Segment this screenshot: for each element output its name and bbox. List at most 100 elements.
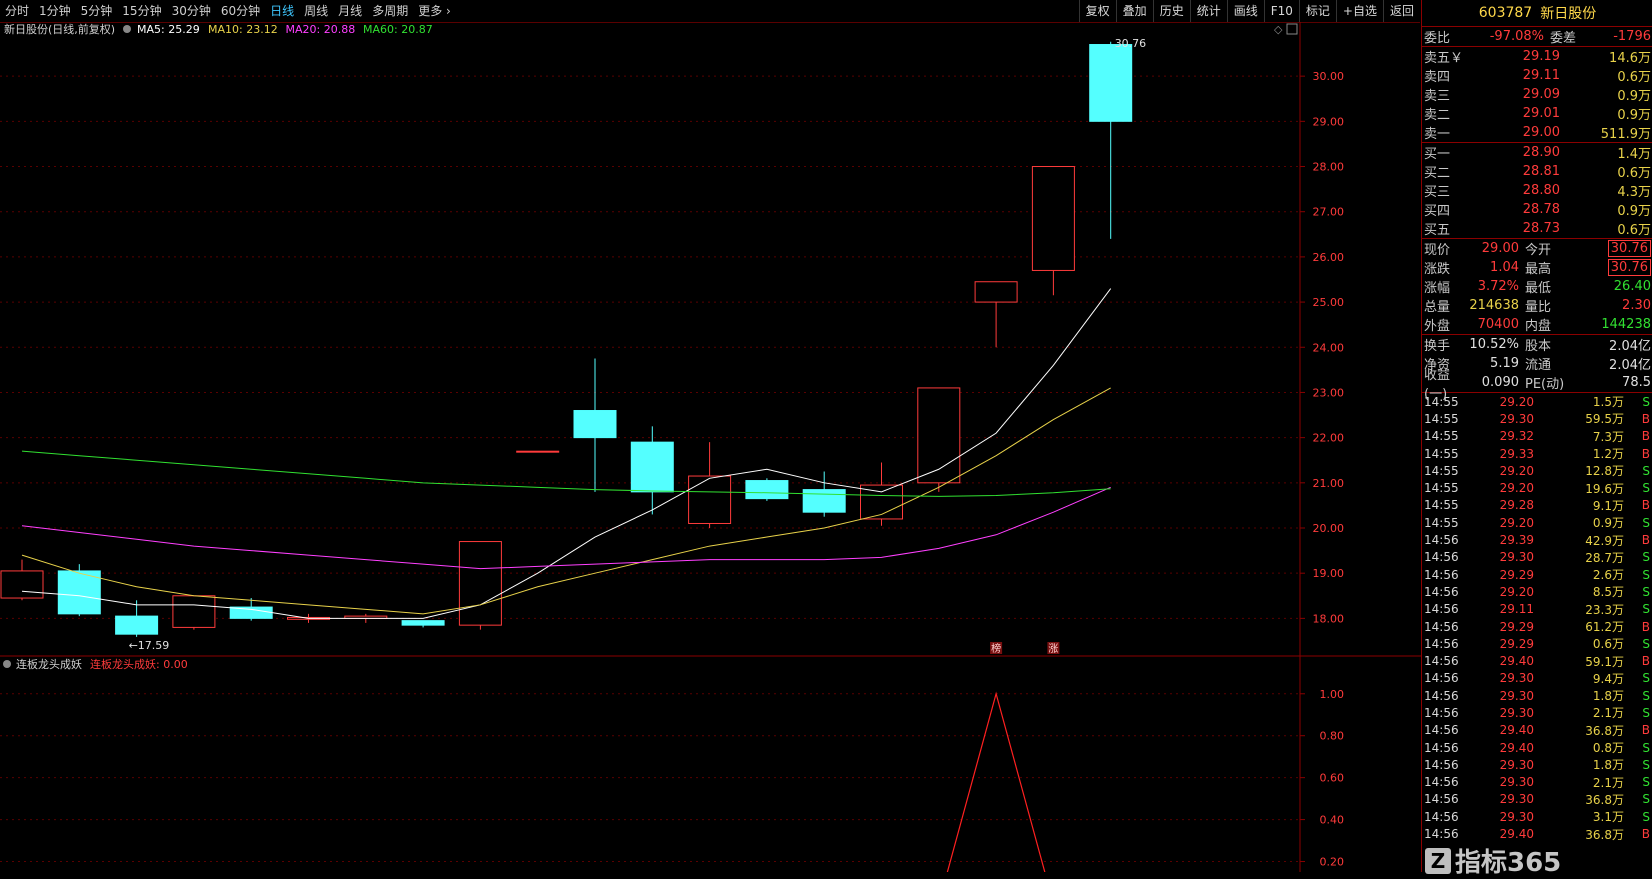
tick-row: 14:56 29.29 61.2万 B bbox=[1422, 618, 1652, 635]
candle-body[interactable] bbox=[1031, 166, 1075, 271]
tick-time: 14:55 bbox=[1424, 446, 1459, 461]
tick-price: 29.30 bbox=[1499, 550, 1534, 565]
toolbar-button-1[interactable]: 叠加 bbox=[1115, 0, 1153, 22]
tick-flag: S bbox=[1642, 688, 1650, 703]
toolbar-button-4[interactable]: 画线 bbox=[1226, 0, 1264, 22]
tick-flag: B bbox=[1641, 429, 1650, 444]
candle-body[interactable] bbox=[573, 410, 617, 439]
candle-body[interactable] bbox=[917, 387, 961, 484]
period-tab-6[interactable]: 日线 bbox=[265, 0, 299, 22]
tick-time: 14:55 bbox=[1424, 515, 1459, 530]
period-tab-8[interactable]: 月线 bbox=[333, 0, 367, 22]
tick-volume: 61.2万 bbox=[1585, 620, 1624, 634]
tick-flag: B bbox=[1641, 411, 1650, 426]
period-tab-7[interactable]: 周线 bbox=[299, 0, 333, 22]
candle-body[interactable] bbox=[115, 615, 159, 635]
tick-flag: B bbox=[1641, 619, 1650, 634]
main-ytick-label: 22.00 bbox=[1313, 432, 1345, 445]
candle-body[interactable] bbox=[57, 570, 101, 615]
stat2-label-2: PE(动) bbox=[1525, 377, 1565, 392]
toolbar-button-8[interactable]: 返回 bbox=[1382, 0, 1420, 22]
tick-flag: B bbox=[1641, 446, 1650, 461]
tick-time: 14:56 bbox=[1424, 688, 1459, 703]
stat-value: 214638 bbox=[1469, 298, 1519, 313]
tick-price: 29.20 bbox=[1499, 584, 1534, 599]
tick-flag: S bbox=[1642, 463, 1650, 478]
tick-volume: 42.9万 bbox=[1585, 533, 1624, 548]
indicator-options-icon[interactable] bbox=[3, 660, 11, 668]
bid-list: 买一 28.90 1.4万 买二 28.81 0.6万 买三 28.80 4.3万 买四 28.78… bbox=[1422, 143, 1652, 238]
tick-volume: 0.8万 bbox=[1592, 741, 1624, 756]
period-tab-2[interactable]: 5分钟 bbox=[76, 0, 118, 22]
tick-time: 14:56 bbox=[1424, 602, 1459, 617]
min-price-label: ←17.59 bbox=[129, 639, 170, 652]
candle-body[interactable] bbox=[0, 570, 44, 599]
stat-label: 外盘 bbox=[1424, 319, 1451, 334]
candle-body[interactable] bbox=[974, 281, 1018, 303]
indicator-ytick-label: 0.80 bbox=[1320, 730, 1345, 743]
stat-value-2: 144238 bbox=[1567, 317, 1652, 332]
tick-price: 29.11 bbox=[1499, 602, 1534, 617]
tick-flag: B bbox=[1641, 654, 1650, 669]
tick-price: 29.30 bbox=[1499, 809, 1534, 824]
candle-body[interactable] bbox=[745, 480, 789, 500]
indicator-ytick-label: 0.40 bbox=[1320, 814, 1345, 827]
window-toggle-icon[interactable] bbox=[1286, 23, 1298, 35]
toolbar-button-2[interactable]: 历史 bbox=[1152, 0, 1190, 22]
candle-body[interactable] bbox=[1089, 44, 1133, 122]
toolbar-right: 复权 叠加 历史 统计 画线 F10 标记 +自选 返回 bbox=[1078, 0, 1420, 22]
tick-time: 14:56 bbox=[1424, 792, 1459, 807]
stat-value-2-text: 30.76 bbox=[1607, 259, 1651, 276]
toolbar-button-7[interactable]: +自选 bbox=[1335, 0, 1383, 22]
toolbar-button-3[interactable]: 统计 bbox=[1189, 0, 1227, 22]
tick-list[interactable]: 14:55 29.20 1.5万 S 14:55 29.30 59.5万 B 14:55 29.3… bbox=[1422, 393, 1652, 843]
period-tab-5[interactable]: 60分钟 bbox=[216, 0, 265, 22]
tick-price: 29.40 bbox=[1499, 723, 1534, 738]
period-tab-3[interactable]: 15分钟 bbox=[117, 0, 166, 22]
stat-label: 涨跌 bbox=[1424, 262, 1451, 277]
tick-flag: S bbox=[1642, 481, 1650, 496]
ask-list: 卖五￥ 29.19 14.6万 卖四 29.11 0.6万 卖三 29.09 0.9万 卖二 29.… bbox=[1422, 47, 1652, 142]
tick-time: 14:56 bbox=[1424, 636, 1459, 651]
main-ytick-label: 26.00 bbox=[1313, 251, 1345, 264]
stat-value-2-text: 26.40 bbox=[1613, 279, 1651, 294]
stat2-value-2: 2.04亿 bbox=[1609, 339, 1651, 354]
candle-body[interactable] bbox=[172, 595, 216, 628]
main-chart-options-icon[interactable] bbox=[123, 25, 131, 33]
ask-label: 卖三 bbox=[1424, 89, 1451, 104]
tick-price: 29.40 bbox=[1499, 827, 1534, 842]
main-ytick-label: 29.00 bbox=[1313, 115, 1345, 128]
toolbar-button-5[interactable]: F10 bbox=[1263, 0, 1299, 22]
bid-volume: 1.4万 bbox=[1617, 147, 1651, 162]
tick-time: 14:56 bbox=[1424, 705, 1459, 720]
tick-volume: 28.7万 bbox=[1585, 550, 1624, 565]
candle-body[interactable] bbox=[802, 489, 846, 513]
toolbar-button-0[interactable]: 复权 bbox=[1078, 0, 1116, 22]
tick-row: 14:55 29.28 9.1万 B bbox=[1422, 497, 1652, 514]
candle-body[interactable] bbox=[401, 620, 445, 626]
period-tab-0[interactable]: 分时 bbox=[0, 0, 34, 22]
candle-body[interactable] bbox=[860, 484, 903, 520]
toolbar-button-6[interactable]: 标记 bbox=[1298, 0, 1336, 22]
tick-volume: 23.3万 bbox=[1585, 602, 1624, 617]
period-tab-9[interactable]: 多周期 bbox=[367, 0, 413, 22]
candle-body[interactable] bbox=[458, 541, 502, 626]
candle-body[interactable] bbox=[688, 475, 732, 524]
period-tab-4[interactable]: 30分钟 bbox=[167, 0, 216, 22]
period-toolbar: 分时 1分钟 5分钟 15分钟 30分钟 60分钟 日线 周线 月线 多周期 更多 › 复权 叠加 历史统… bbox=[0, 0, 1420, 23]
ask-volume: 14.6万 bbox=[1609, 51, 1651, 66]
bid-row: 买三 28.80 4.3万 bbox=[1422, 181, 1652, 200]
tick-price: 29.30 bbox=[1499, 705, 1534, 720]
period-tab-10[interactable]: 更多 › bbox=[413, 0, 456, 22]
tick-volume: 7.3万 bbox=[1592, 429, 1624, 444]
period-tab-1[interactable]: 1分钟 bbox=[34, 0, 76, 22]
tick-price: 29.40 bbox=[1499, 654, 1534, 669]
candle-body[interactable] bbox=[630, 441, 674, 493]
max-price-label: 30.76 bbox=[1115, 37, 1147, 50]
bid-volume: 0.9万 bbox=[1617, 204, 1651, 219]
stat2-value: 10.52% bbox=[1469, 337, 1519, 352]
tick-row: 14:56 29.30 9.4万 S bbox=[1422, 670, 1652, 687]
candle-body[interactable] bbox=[516, 450, 560, 453]
indicator-ytick-label: 0.20 bbox=[1320, 856, 1345, 869]
candle-body[interactable] bbox=[229, 606, 273, 619]
